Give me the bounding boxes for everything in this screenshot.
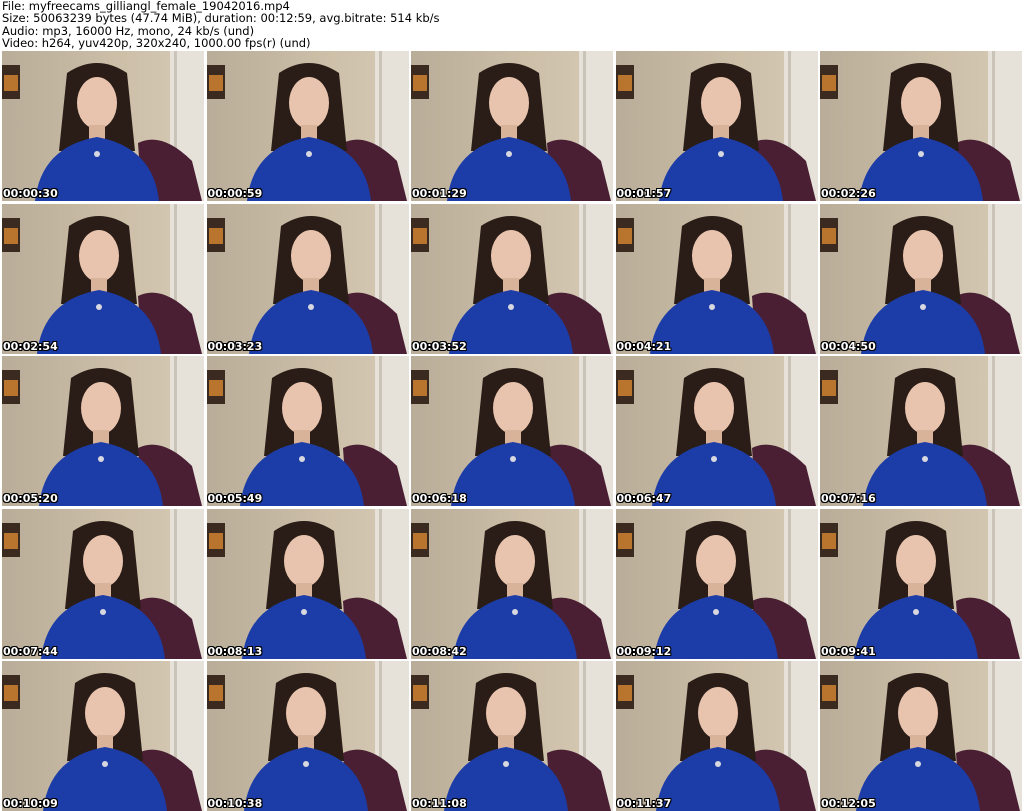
frame-timestamp: 00:11:37 xyxy=(616,797,672,810)
frame-timestamp: 00:06:47 xyxy=(616,492,672,505)
frame-timestamp: 00:08:42 xyxy=(412,644,467,658)
video-frame-thumbnail: 00:01:29 xyxy=(411,51,613,201)
frame-timestamp: 00:03:52 xyxy=(412,339,467,353)
frame-image xyxy=(615,508,818,659)
frame-image xyxy=(820,203,1022,354)
frame-image xyxy=(206,51,409,201)
frame-timestamp: 00:05:49 xyxy=(207,492,263,505)
frame-image xyxy=(411,356,613,506)
video-frame-thumbnail: 00:12:05 xyxy=(820,661,1022,811)
frame-timestamp: 00:01:57 xyxy=(616,187,672,200)
video-frame-thumbnail: 00:03:52 xyxy=(411,203,613,354)
frame-timestamp: 00:10:38 xyxy=(207,797,263,810)
frame-timestamp: 00:05:20 xyxy=(3,492,58,505)
video-frame-thumbnail: 00:10:38 xyxy=(206,661,409,811)
frame-image xyxy=(206,356,409,506)
frame-timestamp: 00:10:09 xyxy=(3,797,58,810)
video-frame-thumbnail: 00:09:41 xyxy=(820,508,1022,659)
frame-timestamp: 00:09:12 xyxy=(616,644,672,658)
frame-image xyxy=(411,508,613,659)
frame-image xyxy=(820,508,1022,659)
video-frame-thumbnail: 00:02:26 xyxy=(820,51,1022,201)
video-frame-thumbnail: 00:09:12 xyxy=(615,508,818,659)
video-frame-thumbnail: 00:06:47 xyxy=(615,356,818,506)
frame-image xyxy=(2,203,204,354)
video-frame-thumbnail: 00:07:44 xyxy=(2,508,204,659)
frame-image xyxy=(411,661,613,811)
frame-image xyxy=(615,661,818,811)
video-frame-thumbnail: 00:02:54 xyxy=(2,203,204,354)
frame-image xyxy=(2,51,204,201)
frame-image xyxy=(206,203,409,354)
frame-image xyxy=(2,356,204,506)
video-frame-thumbnail: 00:11:08 xyxy=(411,661,613,811)
video-frame-thumbnail: 00:01:57 xyxy=(615,51,818,201)
thumbnail-grid: 00:00:30 00:00:59 00:01:29 00:01:57 00:02:26… xyxy=(2,51,1022,811)
frame-image xyxy=(411,203,613,354)
frame-timestamp: 00:12:05 xyxy=(821,797,876,810)
frame-timestamp: 00:01:29 xyxy=(412,187,467,200)
frame-timestamp: 00:03:23 xyxy=(207,339,263,353)
video-frame-thumbnail: 00:10:09 xyxy=(2,661,204,811)
video-frame-thumbnail: 00:00:59 xyxy=(206,51,409,201)
video-frame-thumbnail: 00:08:13 xyxy=(206,508,409,659)
frame-timestamp: 00:11:08 xyxy=(412,797,467,810)
frame-image xyxy=(615,356,818,506)
frame-timestamp: 00:00:30 xyxy=(3,187,58,200)
frame-timestamp: 00:04:21 xyxy=(616,339,672,353)
frame-timestamp: 00:06:18 xyxy=(412,492,467,505)
video-frame-thumbnail: 00:11:37 xyxy=(615,661,818,811)
video-frame-thumbnail: 00:07:16 xyxy=(820,356,1022,506)
file-info-header: File: myfreecams_gilliangl_female_190420… xyxy=(2,0,440,50)
video-frame-thumbnail: 00:00:30 xyxy=(2,51,204,201)
frame-image xyxy=(2,508,204,659)
frame-image xyxy=(820,51,1022,201)
video-info-line: Video: h264, yuv420p, 320x240, 1000.00 f… xyxy=(2,36,311,51)
video-frame-thumbnail: 00:04:50 xyxy=(820,203,1022,354)
frame-timestamp: 00:09:41 xyxy=(821,644,876,658)
video-frame-thumbnail: 00:06:18 xyxy=(411,356,613,506)
video-frame-thumbnail: 00:05:20 xyxy=(2,356,204,506)
frame-image xyxy=(820,356,1022,506)
frame-timestamp: 00:04:50 xyxy=(821,339,876,353)
file-size-line: Size: 50063239 bytes (47.74 MiB), durati… xyxy=(2,11,440,26)
frame-image xyxy=(820,661,1022,811)
frame-timestamp: 00:07:44 xyxy=(3,644,58,658)
video-frame-thumbnail: 00:08:42 xyxy=(411,508,613,659)
video-frame-thumbnail: 00:03:23 xyxy=(206,203,409,354)
frame-timestamp: 00:02:54 xyxy=(3,339,58,353)
frame-timestamp: 00:00:59 xyxy=(207,187,263,200)
frame-timestamp: 00:08:13 xyxy=(207,644,263,658)
video-frame-thumbnail: 00:05:49 xyxy=(206,356,409,506)
frame-image xyxy=(206,508,409,659)
video-frame-thumbnail: 00:04:21 xyxy=(615,203,818,354)
frame-image xyxy=(615,203,818,354)
frame-timestamp: 00:07:16 xyxy=(821,492,876,505)
frame-image xyxy=(206,661,409,811)
frame-image xyxy=(615,51,818,201)
frame-image xyxy=(411,51,613,201)
frame-timestamp: 00:02:26 xyxy=(821,187,876,200)
frame-image xyxy=(2,661,204,811)
